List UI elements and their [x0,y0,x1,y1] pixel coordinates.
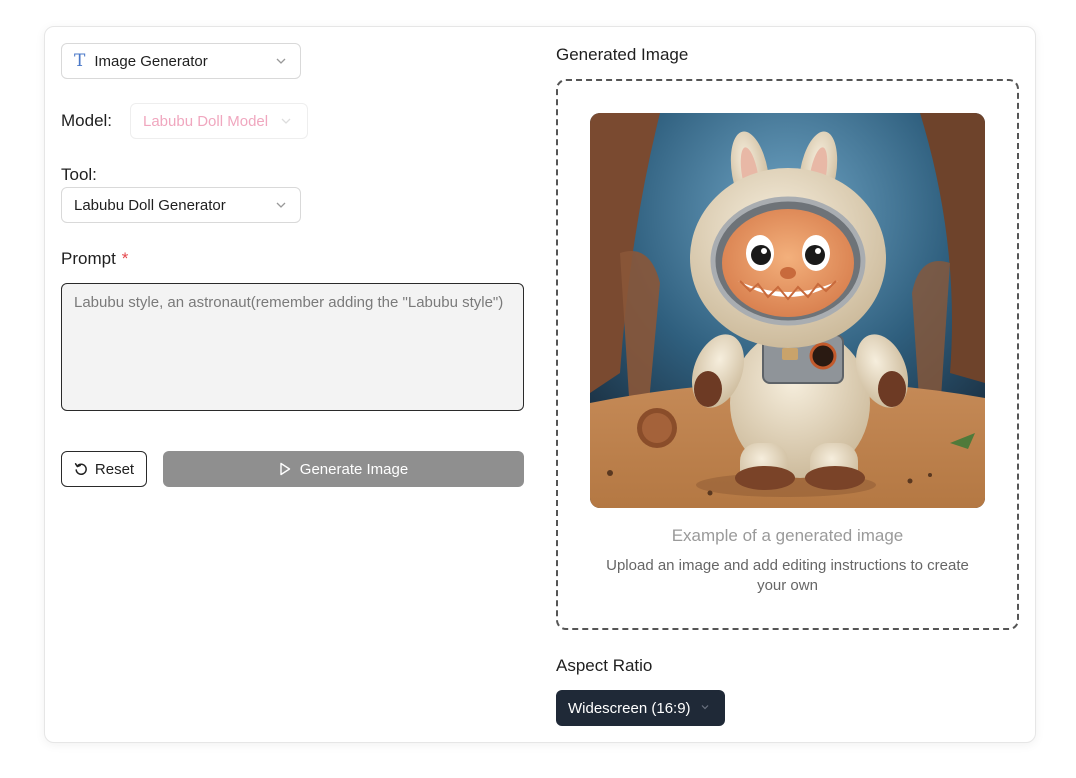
chevron-down-icon [701,705,709,710]
prompt-label: Prompt * [61,249,128,269]
chevron-down-icon [276,58,286,64]
text-t-icon: T [74,51,86,71]
example-caption: Example of a generated image [671,526,904,545]
example-subcaption: Upload an image and add editing instruct… [606,557,969,595]
generate-label: Generate Image [299,460,409,478]
labubu-astronaut-image [590,113,985,508]
model-label: Model: [61,111,113,130]
generate-image-button[interactable]: Generate Image [163,451,524,487]
prompt-label-text: Prompt [61,249,116,268]
required-mark: * [121,249,129,268]
tool-value: Labubu Doll Generator [74,196,226,214]
generated-image-preview [590,113,985,508]
play-icon [280,462,290,476]
reset-icon [74,463,87,476]
tool-label: Tool: [61,165,97,184]
tool-type-label: Image Generator [94,52,208,70]
prompt-input[interactable] [61,283,524,411]
aspect-ratio-label: Aspect Ratio [556,656,653,675]
generated-image-title: Generated Image [556,45,689,64]
aspect-ratio-value: Widescreen (16:9) [568,699,691,717]
model-value: Labubu Doll Model [143,112,269,130]
tool-type-select[interactable]: T Image Generator [61,43,301,79]
aspect-ratio-select[interactable]: Widescreen (16:9) [556,690,725,726]
tool-select[interactable]: Labubu Doll Generator [61,187,301,223]
reset-label: Reset [94,460,135,478]
chevron-down-icon [281,118,291,124]
reset-button[interactable]: Reset [61,451,147,487]
chevron-down-icon [276,202,286,208]
model-select[interactable]: Labubu Doll Model [130,103,308,139]
